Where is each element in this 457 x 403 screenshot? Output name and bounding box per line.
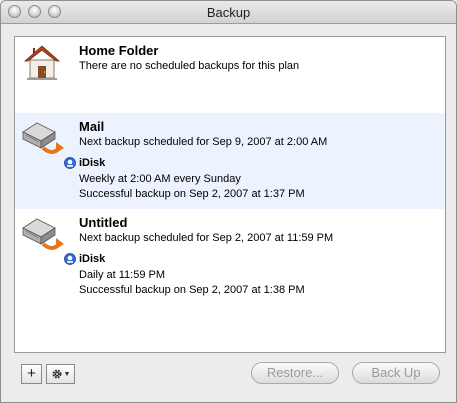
idisk-icon xyxy=(64,157,76,169)
action-menu-button[interactable]: ▼ xyxy=(46,364,75,384)
destination-name: iDisk xyxy=(79,253,106,265)
idisk-icon xyxy=(64,253,76,265)
plan-row-mail[interactable]: Mail Next backup scheduled for Sep 9, 20… xyxy=(15,113,445,209)
restore-button[interactable]: Restore... xyxy=(251,362,339,384)
title-bar[interactable]: Backup xyxy=(1,1,456,24)
plan-name: Mail xyxy=(79,119,105,134)
backup-drive-icon xyxy=(22,218,64,250)
destination-schedule: Daily at 11:59 PM xyxy=(79,269,166,281)
destination-name: iDisk xyxy=(79,157,106,169)
gear-icon xyxy=(52,369,62,379)
plan-name: Home Folder xyxy=(79,43,159,58)
add-plan-button[interactable]: + xyxy=(21,364,42,384)
window-title: Backup xyxy=(206,5,251,20)
destination-schedule: Weekly at 2:00 AM every Sunday xyxy=(79,173,241,185)
backup-window: Backup Home Folder There are no schedule… xyxy=(0,0,457,403)
plan-status: Next backup scheduled for Sep 2, 2007 at… xyxy=(79,232,334,244)
back-up-button[interactable]: Back Up xyxy=(352,362,440,384)
backup-plan-list[interactable]: Home Folder There are no scheduled backu… xyxy=(14,36,446,353)
chevron-down-icon: ▼ xyxy=(63,370,71,378)
plan-row-untitled[interactable]: Untitled Next backup scheduled for Sep 2… xyxy=(15,209,445,305)
plan-status: Next backup scheduled for Sep 9, 2007 at… xyxy=(79,136,328,148)
destination-result: Successful backup on Sep 2, 2007 at 1:37… xyxy=(79,188,305,200)
plan-status: There are no scheduled backups for this … xyxy=(79,60,300,72)
backup-drive-icon xyxy=(22,122,64,154)
house-icon xyxy=(23,45,61,80)
destination-result: Successful backup on Sep 2, 2007 at 1:38… xyxy=(79,284,305,296)
plan-row-home-folder[interactable]: Home Folder There are no scheduled backu… xyxy=(15,37,445,113)
plan-name: Untitled xyxy=(79,215,128,230)
